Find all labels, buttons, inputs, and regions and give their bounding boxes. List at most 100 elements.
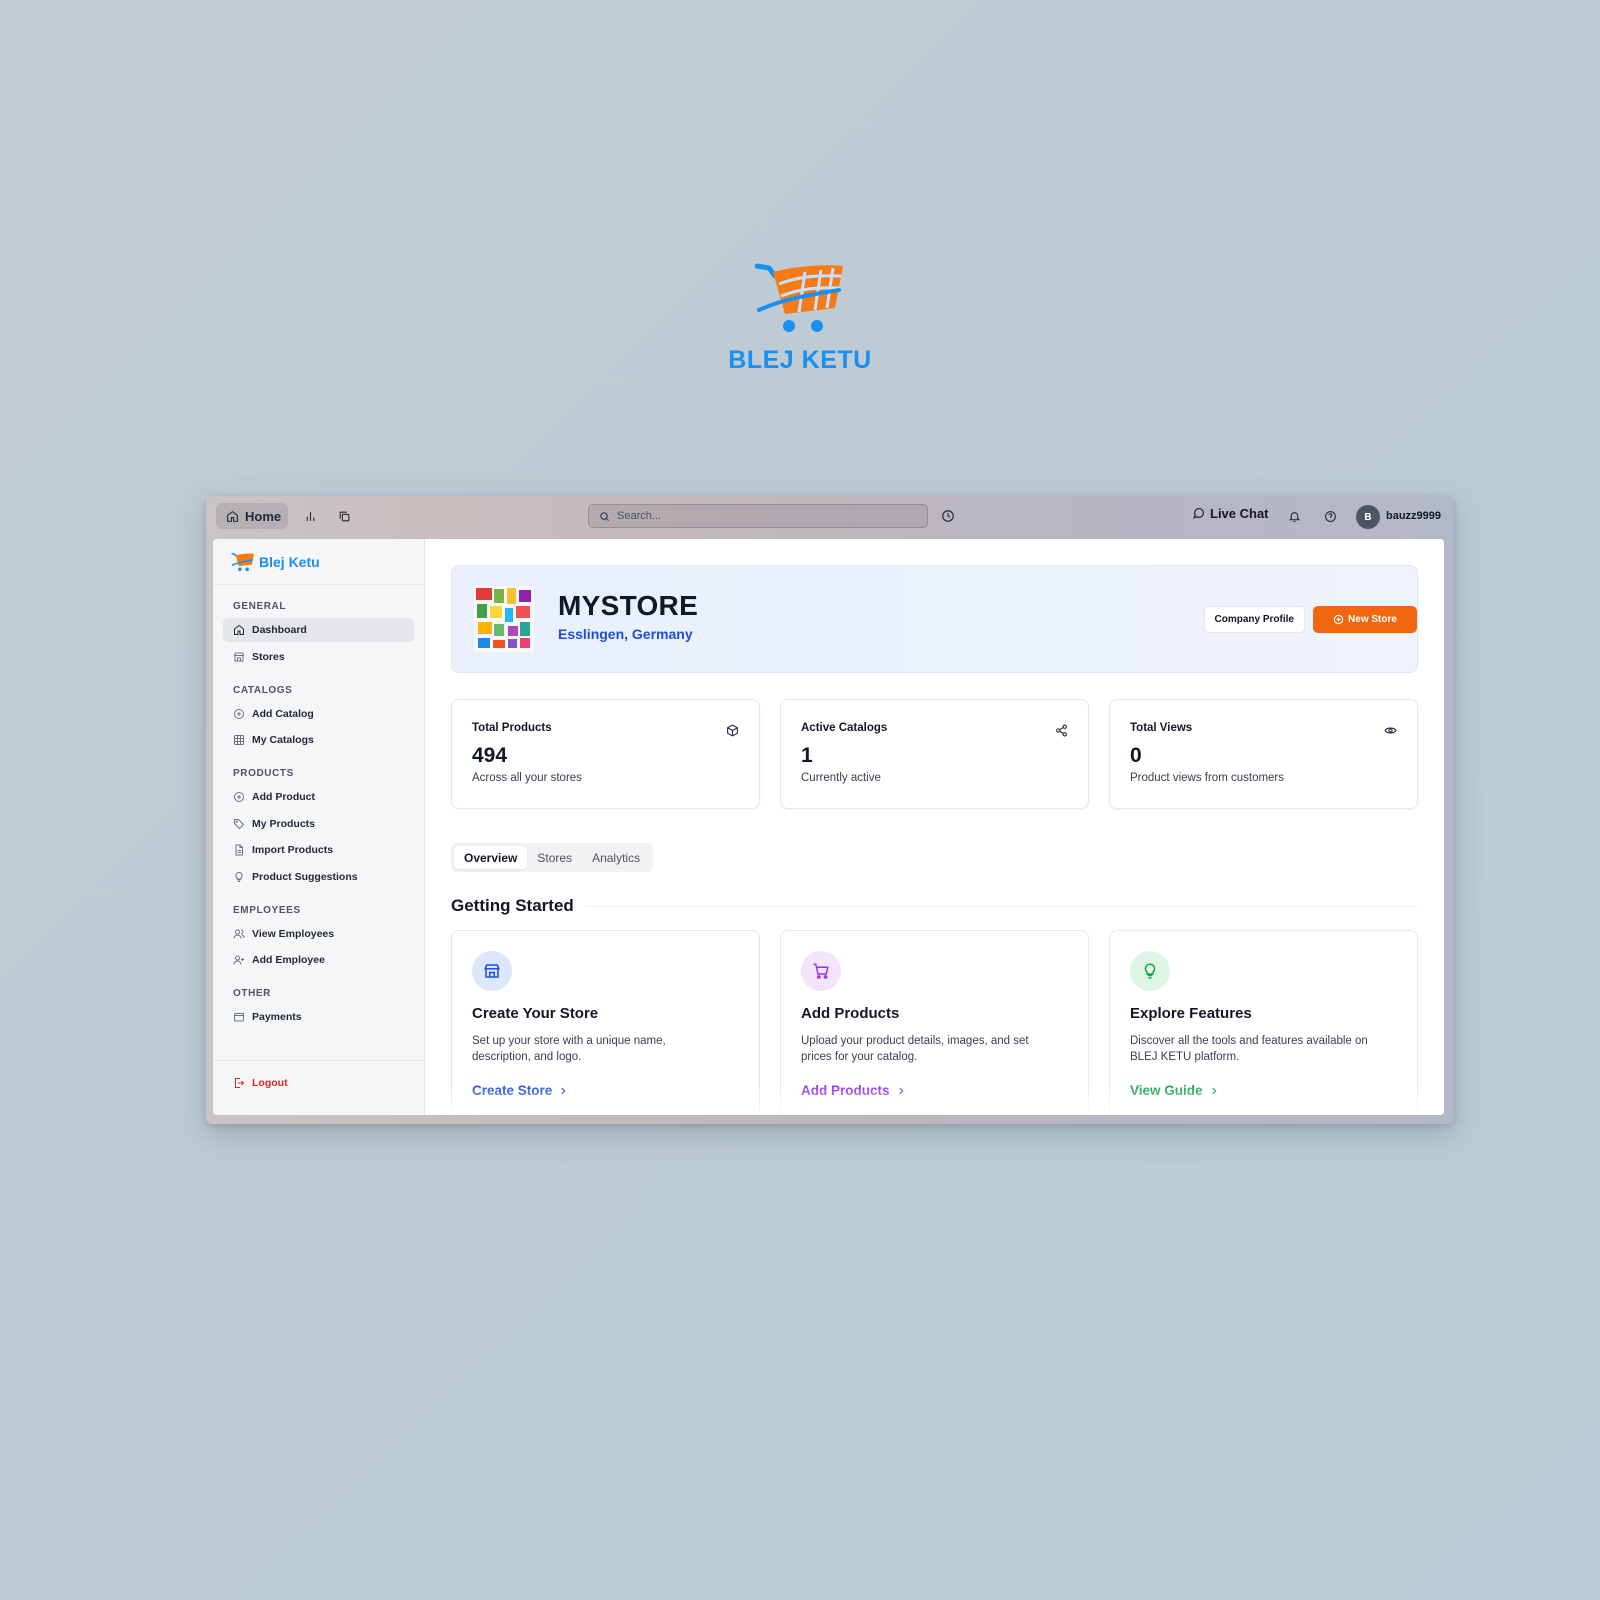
share-icon (1056, 724, 1067, 737)
stat-card-total-views: Total Views 0 Product views from custome… (1109, 699, 1418, 809)
card-title: Create Your Store (472, 1005, 599, 1022)
chat-icon (1193, 508, 1204, 519)
store-name: MYSTORE (558, 590, 699, 621)
user-plus-icon (233, 955, 244, 965)
store-logo-image (474, 586, 534, 652)
sidebar-item-payments[interactable]: Payments (223, 1005, 414, 1029)
stats-row: Total Products 494 Across all your store… (451, 699, 1418, 809)
lightbulb-icon (235, 871, 243, 882)
search-icon (600, 511, 610, 521)
create-store-link[interactable]: Create Store (472, 1083, 568, 1098)
stat-value: 1 (801, 744, 813, 767)
help-icon[interactable] (1320, 506, 1340, 526)
section-other: OTHER (233, 988, 271, 999)
sidebar-item-label: View Employees (252, 927, 335, 940)
tab-bar: Overview Stores Analytics (451, 843, 654, 872)
home-icon (227, 510, 238, 522)
getting-started-cards: Create Your Store Set up your store with… (451, 930, 1418, 1115)
chevron-right-icon (1211, 1087, 1217, 1094)
sidebar-item-label: Add Product (252, 791, 315, 803)
sidebar-item-my-products[interactable]: My Products (223, 812, 414, 836)
sidebar-item-import-products[interactable]: Import Products (223, 838, 414, 862)
sidebar-item-dashboard[interactable]: Dashboard (223, 618, 414, 642)
home-icon (234, 624, 244, 635)
username[interactable]: bauzz9999 (1386, 510, 1441, 522)
section-products: PRODUCTS (233, 768, 294, 779)
sidebar-item-my-catalogs[interactable]: My Catalogs (223, 728, 414, 752)
chevron-right-icon (561, 1087, 566, 1094)
stat-subtitle: Currently active (801, 772, 881, 784)
plus-circle-icon (234, 708, 244, 719)
copy-icon[interactable] (334, 506, 354, 526)
stat-card-active-catalogs: Active Catalogs 1 Currently active (780, 699, 1089, 809)
sidebar-item-label: Stores (252, 650, 285, 663)
avatar[interactable]: B (1356, 505, 1380, 529)
cart-logo-icon (755, 263, 843, 332)
tag-icon (234, 818, 245, 829)
cart-icon (801, 951, 841, 991)
sidebar-item-view-employees[interactable]: View Employees (223, 922, 414, 946)
sidebar-item-label: My Products (252, 817, 316, 830)
bell-icon[interactable] (1284, 506, 1304, 526)
store-icon (472, 951, 512, 991)
sidebar-item-label: Import Products (252, 844, 334, 856)
plus-circle-icon (1333, 614, 1344, 625)
store-actions: Company Profile New Store (1203, 566, 1417, 672)
sidebar-item-add-employee[interactable]: Add Employee (223, 948, 414, 972)
stat-label: Active Catalogs (801, 722, 888, 734)
sidebar-item-label: Add Catalog (252, 707, 314, 720)
link-label: Create Store (472, 1083, 553, 1098)
tab-analytics[interactable]: Analytics (582, 846, 650, 869)
store-location: Esslingen, Germany (558, 626, 693, 642)
search-input[interactable] (617, 510, 907, 522)
tab-stores[interactable]: Stores (527, 846, 582, 869)
stat-label: Total Products (472, 722, 552, 734)
sidebar-item-stores[interactable]: Stores (223, 645, 414, 669)
sidebar-item-add-product[interactable]: Add Product (223, 785, 414, 809)
users-icon (233, 929, 245, 939)
card-description: Discover all the tools and features avai… (1130, 1035, 1368, 1063)
tab-overview[interactable]: Overview (454, 846, 528, 869)
card-description: Set up your store with a unique name, de… (472, 1035, 666, 1063)
company-profile-button[interactable]: Company Profile (1203, 606, 1305, 633)
brand-name: BLEJ KETU (728, 346, 872, 374)
card-description: Upload your product details, images, and… (801, 1035, 1029, 1063)
logout-label: Logout (252, 1077, 288, 1089)
sidebar-logo-text: Blej Ketu (259, 553, 320, 570)
search-bar[interactable] (588, 504, 928, 528)
box-icon (727, 724, 738, 737)
stat-subtitle: Product views from customers (1130, 772, 1285, 784)
new-store-button[interactable]: New Store (1313, 606, 1417, 633)
getting-started-title: Getting Started (451, 896, 574, 915)
lightbulb-icon (1130, 951, 1170, 991)
sidebar-divider (213, 1060, 424, 1061)
view-guide-link[interactable]: View Guide (1130, 1083, 1219, 1098)
plus-circle-icon (234, 792, 244, 802)
add-products-link[interactable]: Add Products (801, 1083, 906, 1098)
logout-button[interactable]: Logout (223, 1071, 415, 1095)
stat-label: Total Views (1130, 722, 1193, 734)
sidebar-item-add-catalog[interactable]: Add Catalog (223, 702, 414, 726)
app-content: Blej Ketu GENERAL Dashboard Stores CATAL… (213, 539, 1444, 1115)
section-employees: EMPLOYEES (233, 904, 301, 916)
history-icon[interactable] (938, 506, 958, 526)
bar-chart-icon[interactable] (300, 506, 320, 526)
sidebar-logo[interactable]: Blej Ketu (213, 539, 424, 585)
sidebar-item-label: Payments (252, 1011, 302, 1023)
getting-started-header: Getting Started (451, 896, 1418, 916)
section-catalogs: CATALOGS (233, 684, 293, 696)
file-icon (235, 844, 243, 856)
sidebar: Blej Ketu GENERAL Dashboard Stores CATAL… (213, 539, 425, 1115)
wallet-icon (234, 1013, 244, 1022)
main-content: MYSTORE Esslingen, Germany Company Profi… (425, 539, 1444, 1115)
sidebar-item-label: Add Employee (252, 954, 325, 966)
stat-card-total-products: Total Products 494 Across all your store… (451, 699, 760, 809)
live-chat-button[interactable]: Live Chat (1192, 506, 1269, 521)
divider (585, 905, 1418, 907)
home-tab[interactable]: Home (216, 503, 288, 529)
stat-value: 494 (472, 744, 508, 767)
sidebar-item-label: Dashboard (252, 624, 307, 636)
store-header-card: MYSTORE Esslingen, Germany Company Profi… (451, 565, 1418, 673)
sidebar-item-label: My Catalogs (252, 734, 314, 746)
sidebar-item-product-suggestions[interactable]: Product Suggestions (223, 865, 414, 889)
